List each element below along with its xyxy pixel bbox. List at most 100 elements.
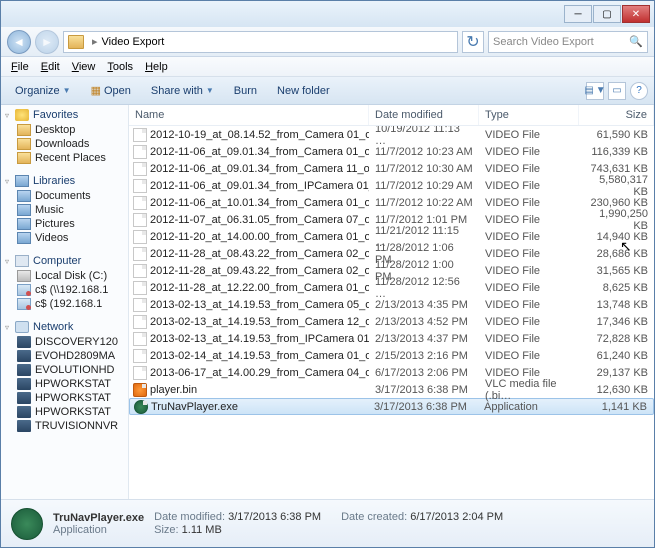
file-size: 61,590 KB bbox=[579, 129, 654, 141]
nav-item[interactable]: Local Disk (C:) bbox=[1, 269, 128, 283]
minimize-button[interactable]: ─ bbox=[564, 5, 592, 23]
navigation-pane: ▿Favorites DesktopDownloadsRecent Places… bbox=[1, 105, 129, 499]
file-type: VIDEO File bbox=[479, 265, 579, 277]
nav-item[interactable]: HPWORKSTAT bbox=[1, 377, 128, 391]
file-row[interactable]: 2012-11-06_at_09.01.34_from_Camera 11_on… bbox=[129, 160, 654, 177]
file-name: 2012-11-06_at_09.01.34_from_IPCamera 01_… bbox=[150, 180, 369, 192]
drive-icon bbox=[17, 298, 31, 310]
file-row[interactable]: 2012-11-06_at_09.01.34_from_Camera 01_on… bbox=[129, 143, 654, 160]
details-modified: 3/17/2013 6:38 PM bbox=[228, 511, 321, 523]
nav-item[interactable]: Music bbox=[1, 203, 128, 217]
column-headers[interactable]: Name Date modified Type Size bbox=[129, 105, 654, 126]
burn-button[interactable]: Burn bbox=[226, 83, 265, 99]
file-icon bbox=[133, 315, 147, 329]
col-name[interactable]: Name bbox=[129, 105, 369, 125]
file-type: VIDEO File bbox=[479, 282, 579, 294]
details-type: Application bbox=[53, 524, 144, 536]
share-button[interactable]: Share with▼ bbox=[143, 83, 222, 99]
nav-favorites[interactable]: ▿Favorites bbox=[1, 107, 128, 123]
menu-file[interactable]: File bbox=[5, 61, 35, 73]
file-icon bbox=[133, 264, 147, 278]
refresh-button[interactable]: ↻ bbox=[462, 31, 484, 53]
details-name: TruNavPlayer.exe bbox=[53, 512, 144, 524]
search-icon: 🔍 bbox=[629, 35, 643, 48]
back-button[interactable]: ◄ bbox=[7, 30, 31, 54]
file-icon bbox=[133, 332, 147, 346]
nav-computer[interactable]: ▿Computer bbox=[1, 253, 128, 269]
file-date: 11/28/2012 12:56 … bbox=[369, 276, 479, 300]
chevron-right-icon: ▸ bbox=[92, 35, 98, 48]
forward-button[interactable]: ► bbox=[35, 30, 59, 54]
view-options-button[interactable]: ▤▼ bbox=[586, 82, 604, 100]
nav-item[interactable]: HPWORKSTAT bbox=[1, 405, 128, 419]
col-date[interactable]: Date modified bbox=[369, 105, 479, 125]
file-type: Application bbox=[478, 401, 578, 413]
nav-item[interactable]: Desktop bbox=[1, 123, 128, 137]
new-folder-button[interactable]: New folder bbox=[269, 83, 338, 99]
close-button[interactable]: ✕ bbox=[622, 5, 650, 23]
file-name: 2013-06-17_at_14.00.29_from_Camera 04_on… bbox=[150, 367, 369, 379]
nav-item[interactable]: DISCOVERY120 bbox=[1, 335, 128, 349]
file-type: VIDEO File bbox=[479, 129, 579, 141]
file-date: 2/15/2013 2:16 PM bbox=[369, 350, 479, 362]
menu-bar: File Edit View Tools Help bbox=[1, 57, 654, 77]
file-type: VIDEO File bbox=[479, 231, 579, 243]
nav-item[interactable]: c$ (\\192.168.1 bbox=[1, 283, 128, 297]
file-icon bbox=[133, 179, 147, 193]
file-name: TruNavPlayer.exe bbox=[151, 401, 238, 413]
file-date: 2/13/2013 4:35 PM bbox=[369, 299, 479, 311]
file-row[interactable]: 2012-11-28_at_12.22.00_from_Camera 01_on… bbox=[129, 279, 654, 296]
col-size[interactable]: Size bbox=[579, 105, 654, 125]
nav-item[interactable]: Videos bbox=[1, 231, 128, 245]
file-date: 11/7/2012 10:22 AM bbox=[369, 197, 479, 209]
nav-libraries[interactable]: ▿Libraries bbox=[1, 173, 128, 189]
file-size: 72,828 KB bbox=[579, 333, 654, 345]
menu-help[interactable]: Help bbox=[139, 61, 174, 73]
address-bar: ◄ ► ▸ Video Export ↻ Search Video Export… bbox=[1, 27, 654, 57]
nav-item[interactable]: Downloads bbox=[1, 137, 128, 151]
col-type[interactable]: Type bbox=[479, 105, 579, 125]
nav-item[interactable]: HPWORKSTAT bbox=[1, 391, 128, 405]
file-type: VLC media file (.bi… bbox=[479, 378, 579, 402]
nav-item[interactable]: TRUVISIONNVR bbox=[1, 419, 128, 433]
breadcrumb-folder[interactable]: Video Export bbox=[102, 36, 165, 48]
file-row[interactable]: 2013-02-13_at_14.19.53_from_Camera 12_on… bbox=[129, 313, 654, 330]
folder-icon bbox=[68, 35, 84, 49]
nav-item[interactable]: Documents bbox=[1, 189, 128, 203]
menu-tools[interactable]: Tools bbox=[101, 61, 139, 73]
file-type: VIDEO File bbox=[479, 197, 579, 209]
nav-item[interactable]: c$ (192.168.1 bbox=[1, 297, 128, 311]
nav-item[interactable]: EVOHD2809MA bbox=[1, 349, 128, 363]
file-row[interactable]: player.bin3/17/2013 6:38 PMVLC media fil… bbox=[129, 381, 654, 398]
file-row[interactable]: 2012-11-06_at_09.01.34_from_IPCamera 01_… bbox=[129, 177, 654, 194]
help-button[interactable]: ? bbox=[630, 82, 648, 100]
nav-item[interactable]: Pictures bbox=[1, 217, 128, 231]
file-row[interactable]: 2013-02-13_at_14.19.53_from_IPCamera 01_… bbox=[129, 330, 654, 347]
organize-button[interactable]: Organize▼ bbox=[7, 83, 79, 99]
file-row[interactable]: 2012-11-06_at_10.01.34_from_Camera 01_on… bbox=[129, 194, 654, 211]
file-list-pane: Name Date modified Type Size 2012-10-19_… bbox=[129, 105, 654, 499]
file-row[interactable]: 2013-02-13_at_14.19.53_from_Camera 05_on… bbox=[129, 296, 654, 313]
node-icon bbox=[17, 406, 31, 418]
breadcrumb[interactable]: ▸ Video Export bbox=[63, 31, 458, 53]
menu-view[interactable]: View bbox=[66, 61, 102, 73]
file-type: VIDEO File bbox=[479, 299, 579, 311]
file-name: 2012-11-07_at_06.31.05_from_Camera 07_on… bbox=[150, 214, 369, 226]
file-size: 14,940 KB bbox=[579, 231, 654, 243]
menu-edit[interactable]: Edit bbox=[35, 61, 66, 73]
nav-network[interactable]: ▿Network bbox=[1, 319, 128, 335]
nav-item[interactable]: EVOLUTIONHD bbox=[1, 363, 128, 377]
file-row[interactable]: 2013-02-14_at_14.19.53_from_Camera 01_on… bbox=[129, 347, 654, 364]
file-row[interactable]: 2012-10-19_at_08.14.52_from_Camera 01_on… bbox=[129, 126, 654, 143]
file-icon bbox=[133, 281, 147, 295]
lib-icon bbox=[17, 190, 31, 202]
file-icon bbox=[134, 400, 148, 414]
maximize-button[interactable]: ▢ bbox=[593, 5, 621, 23]
file-icon bbox=[133, 366, 147, 380]
file-row[interactable]: TruNavPlayer.exe3/17/2013 6:38 PMApplica… bbox=[129, 398, 654, 415]
nav-item[interactable]: Recent Places bbox=[1, 151, 128, 165]
file-name: 2012-11-20_at_14.00.00_from_Camera 01_on… bbox=[150, 231, 369, 243]
preview-pane-button[interactable]: ▭ bbox=[608, 82, 626, 100]
search-input[interactable]: Search Video Export 🔍 bbox=[488, 31, 648, 53]
open-button[interactable]: ▦Open bbox=[83, 82, 139, 99]
